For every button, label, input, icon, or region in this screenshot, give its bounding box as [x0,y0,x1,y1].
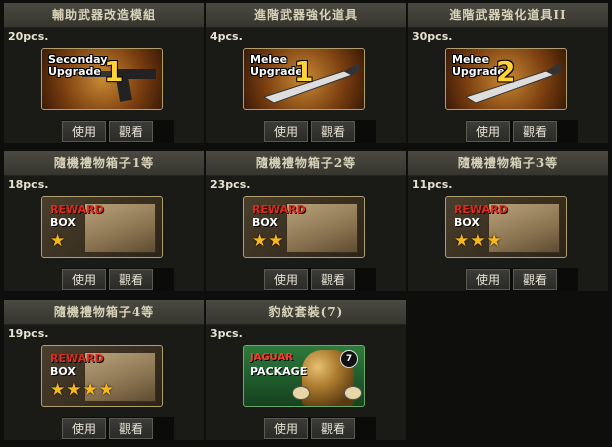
item-quantity: 23pcs. [210,178,251,191]
item-title: 進階武器強化道具II [408,3,608,28]
item-card: 隨機禮物箱子3等 11pcs. REWARD BOX ★★★ 使用 觀看 [408,151,608,291]
package-label: PACKAGE [250,365,308,378]
star-rating: ★★ [252,231,285,251]
upgrade-level: 1 [104,55,124,88]
view-button[interactable]: 觀看 [311,418,355,439]
jaguar-package-image: JAGUAR PACKAGE 7 [243,345,365,407]
item-quantity: 20pcs. [8,30,49,43]
button-row: 使用 觀看 [62,417,174,440]
item-quantity: 30pcs. [412,30,453,43]
paw-icon [292,386,310,400]
button-row: 使用 觀看 [62,120,174,143]
box-label: BOX [50,365,76,378]
view-button[interactable]: 觀看 [311,121,355,142]
melee-upgrade-image: Melee Upgrade 2 [445,48,567,110]
box-label: BOX [454,216,480,229]
item-quantity: 18pcs. [8,178,49,191]
use-button[interactable]: 使用 [466,121,510,142]
item-title: 隨機禮物箱子2等 [206,151,406,176]
view-button[interactable]: 觀看 [109,121,153,142]
view-button[interactable]: 觀看 [513,269,557,290]
count-badge: 7 [340,350,358,368]
item-card: 輔助武器改造模組 20pcs. Seconday Upgrade 1 使用 觀看 [4,3,204,143]
item-card: 進階武器強化道具II 30pcs. Melee Upgrade 2 使用 觀看 [408,3,608,143]
item-quantity: 3pcs. [210,327,243,340]
item-title: 豹紋套裝(7) [206,300,406,325]
reward-label: REWARD [454,203,508,216]
item-card: 豹紋套裝(7) 3pcs. JAGUAR PACKAGE 7 使用 觀看 [206,300,406,440]
button-row: 使用 觀看 [264,417,376,440]
item-title: 進階武器強化道具 [206,3,406,28]
jaguar-label: JAGUAR [250,352,293,363]
item-title: 隨機禮物箱子4等 [4,300,204,325]
button-row: 使用 觀看 [62,268,174,291]
item-title: 輔助武器改造模組 [4,3,204,28]
box-label: BOX [252,216,278,229]
item-card: 隨機禮物箱子4等 19pcs. REWARD BOX ★★★★ 使用 觀看 [4,300,204,440]
reward-box-image: REWARD BOX ★ [41,196,163,258]
upgrade-level: 1 [294,55,314,88]
button-row: 使用 觀看 [466,268,578,291]
item-card: 進階武器強化道具 4pcs. Melee Upgrade 1 使用 觀看 [206,3,406,143]
use-button[interactable]: 使用 [62,121,106,142]
item-card: 隨機禮物箱子2等 23pcs. REWARD BOX ★★ 使用 觀看 [206,151,406,291]
star-rating: ★★★★ [50,380,115,400]
use-button[interactable]: 使用 [264,418,308,439]
view-button[interactable]: 觀看 [513,121,557,142]
star-rating: ★★★ [454,231,503,251]
view-button[interactable]: 觀看 [109,418,153,439]
button-row: 使用 觀看 [466,120,578,143]
item-title: 隨機禮物箱子3等 [408,151,608,176]
item-label-line2: Upgrade [48,65,101,78]
star-rating: ★ [50,231,67,251]
reward-label: REWARD [50,203,104,216]
item-quantity: 19pcs. [8,327,49,340]
secondary-upgrade-image: Seconday Upgrade 1 [41,48,163,110]
use-button[interactable]: 使用 [264,269,308,290]
item-card: 隨機禮物箱子1等 18pcs. REWARD BOX ★ 使用 觀看 [4,151,204,291]
view-button[interactable]: 觀看 [311,269,355,290]
use-button[interactable]: 使用 [62,269,106,290]
item-title: 隨機禮物箱子1等 [4,151,204,176]
item-quantity: 4pcs. [210,30,243,43]
use-button[interactable]: 使用 [264,121,308,142]
upgrade-level: 2 [496,55,516,88]
reward-box-image: REWARD BOX ★★ [243,196,365,258]
button-row: 使用 觀看 [264,120,376,143]
use-button[interactable]: 使用 [62,418,106,439]
reward-box-image: REWARD BOX ★★★★ [41,345,163,407]
item-quantity: 11pcs. [412,178,453,191]
view-button[interactable]: 觀看 [109,269,153,290]
box-label: BOX [50,216,76,229]
reward-label: REWARD [50,352,104,365]
melee-upgrade-image: Melee Upgrade 1 [243,48,365,110]
button-row: 使用 觀看 [264,268,376,291]
paw-icon [344,386,362,400]
reward-box-image: REWARD BOX ★★★ [445,196,567,258]
reward-label: REWARD [252,203,306,216]
use-button[interactable]: 使用 [466,269,510,290]
